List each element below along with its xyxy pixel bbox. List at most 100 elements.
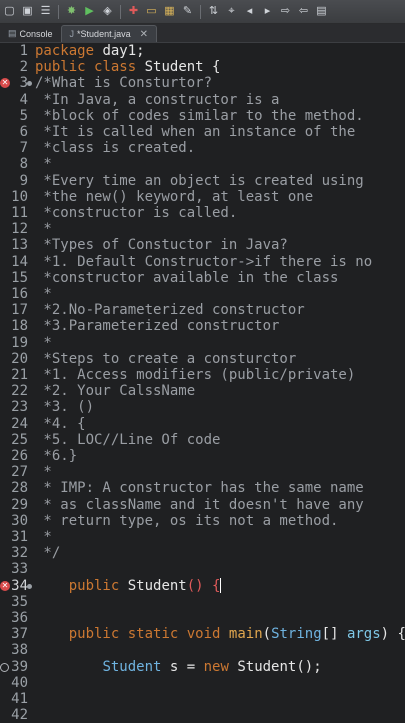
- line-number: 26: [11, 448, 28, 464]
- code-text: *It is called when an instance of the: [35, 124, 356, 140]
- code-line[interactable]: 33: [0, 561, 405, 577]
- java-file-icon: J: [69, 29, 75, 39]
- open-folder-icon[interactable]: ▭: [144, 4, 159, 19]
- code-line[interactable]: 27 *: [0, 464, 405, 480]
- code-text: *block of codes similar to the method.: [35, 107, 364, 124]
- code-line[interactable]: 16 *: [0, 286, 405, 302]
- code-line[interactable]: 30 * return type, os its not a method.: [0, 513, 405, 529]
- code-line[interactable]: 18 *3.Parameterized constructor: [0, 318, 405, 334]
- error-marker-icon[interactable]: ✕: [0, 580, 10, 591]
- line-number: 18: [11, 318, 28, 335]
- code-line[interactable]: 29 * as className and it doesn't have an…: [0, 497, 405, 513]
- code-line[interactable]: 3/*What is Consturtor? ✕: [0, 75, 405, 91]
- code-line[interactable]: 12 *: [0, 221, 405, 237]
- text-cursor: [220, 577, 222, 593]
- line-number: 29: [11, 496, 28, 513]
- code-line[interactable]: 13 *Types of Constuctor in Java?: [0, 237, 405, 253]
- code-line[interactable]: 15 *constructor available in the class: [0, 270, 405, 286]
- code-line[interactable]: 2 public class Student {: [0, 59, 405, 75]
- code-line[interactable]: 40: [0, 675, 405, 691]
- line-number: 25: [11, 431, 28, 448]
- console-icon: ▤: [8, 28, 17, 38]
- line-number: 20: [11, 350, 28, 367]
- code-line[interactable]: 19 *: [0, 335, 405, 351]
- code-line[interactable]: 24 *4. {: [0, 416, 405, 432]
- line-number: 11: [11, 205, 28, 221]
- fold-toggle-icon[interactable]: [27, 583, 32, 589]
- code-line[interactable]: 37 public static void main(String[] args…: [0, 626, 405, 642]
- code-text: */: [35, 545, 61, 562]
- debug-icon[interactable]: ✸: [64, 4, 79, 19]
- code-line[interactable]: 36: [0, 610, 405, 626]
- code-text: * IMP: A constructor has the same name: [35, 480, 364, 497]
- line-number: 13: [11, 237, 28, 254]
- main-toolbar: ▢ ▣ ☰ ✸ ▶ ◈ ✚ ▭ ▦ ✎ ⇅ ⌖ ◂ ▸ ⇨ ⇦ ▤: [0, 0, 405, 24]
- code-line[interactable]: 14 *1. Default Constructor->if there is …: [0, 254, 405, 270]
- code-line[interactable]: 38: [0, 642, 405, 658]
- terminal-icon[interactable]: ▤: [314, 4, 329, 19]
- code-line[interactable]: 22 *2. Your CalssName: [0, 383, 405, 399]
- run-icon[interactable]: ▶: [82, 4, 97, 19]
- code-text: *: [35, 464, 52, 481]
- warning-marker-icon[interactable]: [0, 662, 9, 672]
- forward-icon[interactable]: ▸: [260, 4, 275, 19]
- code-line[interactable]: 32 */: [0, 545, 405, 561]
- code-line[interactable]: 11 *constructor is called.: [0, 205, 405, 221]
- code-line[interactable]: 1 package day1;: [0, 43, 405, 59]
- code-line[interactable]: 17 *2.No-Parameterized constructor: [0, 302, 405, 318]
- line-number: 9: [19, 172, 28, 189]
- code-text: package day1;: [35, 43, 145, 59]
- line-number: 1: [19, 43, 28, 59]
- back-icon[interactable]: ◂: [242, 4, 257, 19]
- line-number: 42: [11, 707, 28, 723]
- new-icon[interactable]: ▢: [2, 4, 17, 19]
- code-editor[interactable]: 1 package day1; 2 public class Student {3/*…: [0, 43, 405, 723]
- code-line[interactable]: 6 *It is called when an instance of the: [0, 124, 405, 140]
- code-line[interactable]: 39 Student s = new Student();: [0, 659, 405, 675]
- brush-icon[interactable]: ✎: [180, 4, 195, 19]
- tab-console[interactable]: ▤ Console: [0, 25, 61, 42]
- code-line[interactable]: 4 *In Java, a constructor is a: [0, 92, 405, 108]
- code-line[interactable]: 8 *: [0, 156, 405, 172]
- code-line[interactable]: 42: [0, 707, 405, 723]
- line-number: 15: [11, 269, 28, 286]
- code-text: *the new() keyword, at least one: [35, 188, 314, 205]
- line-number: 41: [11, 691, 28, 707]
- line-number: 40: [11, 674, 28, 691]
- tab-student-java[interactable]: J *Student.java ✕: [60, 25, 157, 42]
- line-number: 4: [19, 91, 28, 108]
- code-line[interactable]: 21 *1. Access modifiers (public/private): [0, 367, 405, 383]
- code-line[interactable]: 10 *the new() keyword, at least one: [0, 189, 405, 205]
- close-tab-icon[interactable]: ✕: [140, 29, 148, 40]
- code-text: *constructor is called.: [35, 205, 238, 221]
- fold-toggle-icon[interactable]: [27, 81, 32, 87]
- code-text: *: [35, 334, 52, 351]
- line-number: 17: [11, 302, 28, 319]
- code-line[interactable]: 35: [0, 594, 405, 610]
- line-number: 36: [11, 610, 28, 626]
- menu-icon[interactable]: ☰: [38, 4, 53, 19]
- code-line[interactable]: 31 *: [0, 529, 405, 545]
- code-line[interactable]: 26 *6.}: [0, 448, 405, 464]
- pin-icon[interactable]: ⌖: [224, 4, 239, 19]
- external-tools-icon[interactable]: ◈: [100, 4, 115, 19]
- line-number: 8: [19, 156, 28, 173]
- toggle-icon[interactable]: ⇅: [206, 4, 221, 19]
- line-number: 19: [11, 334, 28, 351]
- code-line[interactable]: 20 *Steps to create a consturctor: [0, 351, 405, 367]
- prev-icon[interactable]: ⇦: [296, 4, 311, 19]
- new-project-icon[interactable]: ✚: [126, 4, 141, 19]
- next-icon[interactable]: ⇨: [278, 4, 293, 19]
- code-line[interactable]: 7 *class is created.: [0, 140, 405, 156]
- save-icon[interactable]: ▣: [20, 4, 35, 19]
- code-text: *5. LOC//Line Of code: [35, 431, 221, 448]
- code-line[interactable]: 28 * IMP: A constructor has the same nam…: [0, 480, 405, 496]
- new-package-icon[interactable]: ▦: [162, 4, 177, 19]
- code-line[interactable]: 5 *block of codes similar to the method.: [0, 108, 405, 124]
- code-line[interactable]: 34 public Student() {✕: [0, 577, 405, 594]
- code-line[interactable]: 41: [0, 691, 405, 707]
- code-line[interactable]: 23 *3. (): [0, 399, 405, 415]
- code-line[interactable]: 9 *Every time an object is created using: [0, 173, 405, 189]
- code-line[interactable]: 25 *5. LOC//Line Of code: [0, 432, 405, 448]
- code-text: *4. {: [35, 415, 86, 432]
